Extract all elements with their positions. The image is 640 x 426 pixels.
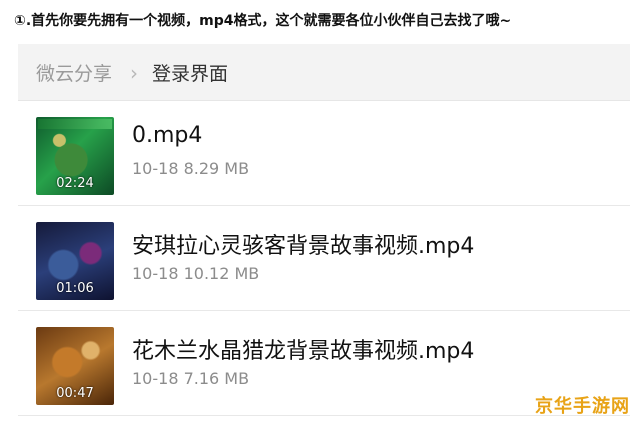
video-thumbnail[interactable]: 00:47: [36, 327, 114, 405]
video-thumbnail[interactable]: 01:06: [36, 222, 114, 300]
file-meta: 10-18 10.12 MB: [132, 264, 260, 283]
file-row[interactable]: 01:06 安琪拉心灵骇客背景故事视频.mp4 10-18 10.12 MB: [18, 206, 630, 311]
thumbnail-banner: [38, 119, 112, 129]
file-name[interactable]: 安琪拉心灵骇客背景故事视频.mp4: [132, 228, 474, 260]
breadcrumb: 微云分享 › 登录界面: [18, 44, 630, 101]
instruction-text: ①.首先你要先拥有一个视频，mp4格式，这个就需要各位小伙伴自己去找了哦~: [14, 13, 512, 29]
file-share-panel: 微云分享 › 登录界面 02:24 0.mp4 10-18 8.29 MB 01…: [18, 44, 630, 426]
file-row[interactable]: 02:24 0.mp4 10-18 8.29 MB: [18, 101, 630, 206]
breadcrumb-root-link[interactable]: 微云分享: [36, 59, 112, 86]
chevron-right-icon: ›: [130, 61, 139, 85]
file-name[interactable]: 花木兰水晶猎龙背景故事视频.mp4: [132, 333, 474, 365]
video-thumbnail[interactable]: 02:24: [36, 117, 114, 195]
watermark-logo: 京华手游网: [535, 396, 630, 417]
video-duration: 01:06: [56, 281, 94, 296]
file-name[interactable]: 0.mp4: [132, 123, 202, 148]
video-duration: 02:24: [56, 176, 94, 191]
file-meta: 10-18 7.16 MB: [132, 369, 250, 388]
breadcrumb-current: 登录界面: [152, 62, 229, 85]
file-meta: 10-18 8.29 MB: [132, 159, 250, 178]
video-duration: 00:47: [56, 386, 94, 401]
